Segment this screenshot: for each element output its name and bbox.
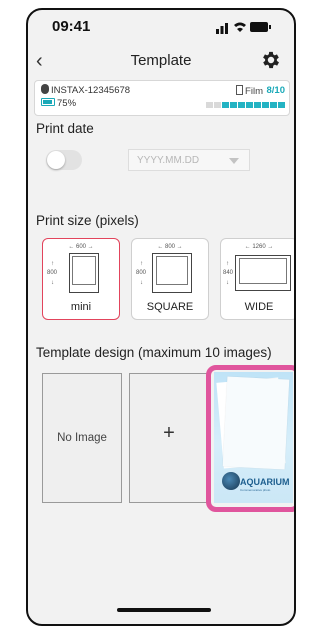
size-option-wide[interactable]: ← 1260 → ↑ 840 ↓ WIDE [220, 238, 294, 320]
dropdown-arrow-icon [229, 158, 239, 164]
height-arrow-down: ↓ [140, 280, 143, 286]
battery-label: 75% [57, 98, 77, 109]
print-size-label: Print size (pixels) [36, 213, 139, 228]
template-image-subtitle: Commemorative photo [240, 488, 271, 492]
print-date-select[interactable]: YYYY.MM.DD [128, 149, 250, 171]
template-design-label: Template design (maximum 10 images) [36, 345, 272, 360]
print-date-label: Print date [36, 121, 94, 136]
status-bar: 09:41 [28, 10, 294, 42]
height-arrow-down: ↓ [51, 280, 54, 286]
device-model: INSTAX-12345678 [41, 84, 130, 96]
template-image-title: AQUARIUM [240, 477, 290, 487]
height-arrow-up: ↑ [226, 261, 229, 267]
size-name: WIDE [244, 301, 274, 313]
navigation-bar: ‹ Template [28, 46, 294, 78]
home-indicator[interactable] [117, 608, 211, 612]
height-arrow-up: ↑ [140, 261, 143, 267]
battery-status: 75% [41, 98, 76, 109]
template-image-aquarium[interactable]: AQUARIUM Commemorative photo [214, 372, 293, 503]
toggle-knob [47, 151, 65, 169]
width-dimension: ← 800 → [157, 244, 183, 250]
plus-icon: + [163, 422, 175, 444]
phone-screen: 09:41 ‹ Template INSTAX-12345678 75% Fil… [26, 8, 296, 626]
no-image-label: No Image [57, 432, 107, 444]
size-name: mini [70, 301, 92, 313]
height-dimension: 840 [223, 270, 234, 276]
size-option-mini[interactable]: ← 600 → ↑ 800 ↓ mini [42, 238, 120, 320]
battery-icon [41, 98, 55, 106]
film-count: 8/10 [266, 85, 286, 96]
signal-wifi-battery-icon [216, 22, 271, 34]
bluetooth-icon [41, 84, 49, 94]
film-label: Film [245, 86, 263, 97]
gear-icon[interactable] [260, 49, 282, 71]
height-arrow-down: ↓ [226, 280, 229, 286]
film-status: Film [236, 85, 263, 97]
film-remaining-bar [206, 102, 285, 108]
device-model-label: INSTAX-12345678 [51, 85, 131, 96]
height-dimension: 800 [136, 270, 147, 276]
width-dimension: ← 600 → [68, 244, 94, 250]
page-title: Template [130, 52, 192, 69]
film-icon [236, 85, 244, 95]
width-dimension: ← 1260 → [244, 244, 274, 250]
status-time: 09:41 [52, 18, 91, 35]
date-placeholder: YYYY.MM.DD [137, 155, 200, 166]
print-date-toggle[interactable] [46, 150, 82, 170]
add-template-button[interactable]: + [129, 373, 209, 503]
aquarium-logo-icon [222, 472, 240, 490]
template-slot-empty[interactable]: No Image [42, 373, 122, 503]
device-status-card[interactable]: INSTAX-12345678 75% Film 8/10 [34, 80, 290, 116]
size-name: SQUARE [146, 301, 194, 313]
height-dimension: 800 [47, 270, 58, 276]
size-option-square[interactable]: ← 800 → ↑ 800 ↓ SQUARE [131, 238, 209, 320]
height-arrow-up: ↑ [51, 261, 54, 267]
